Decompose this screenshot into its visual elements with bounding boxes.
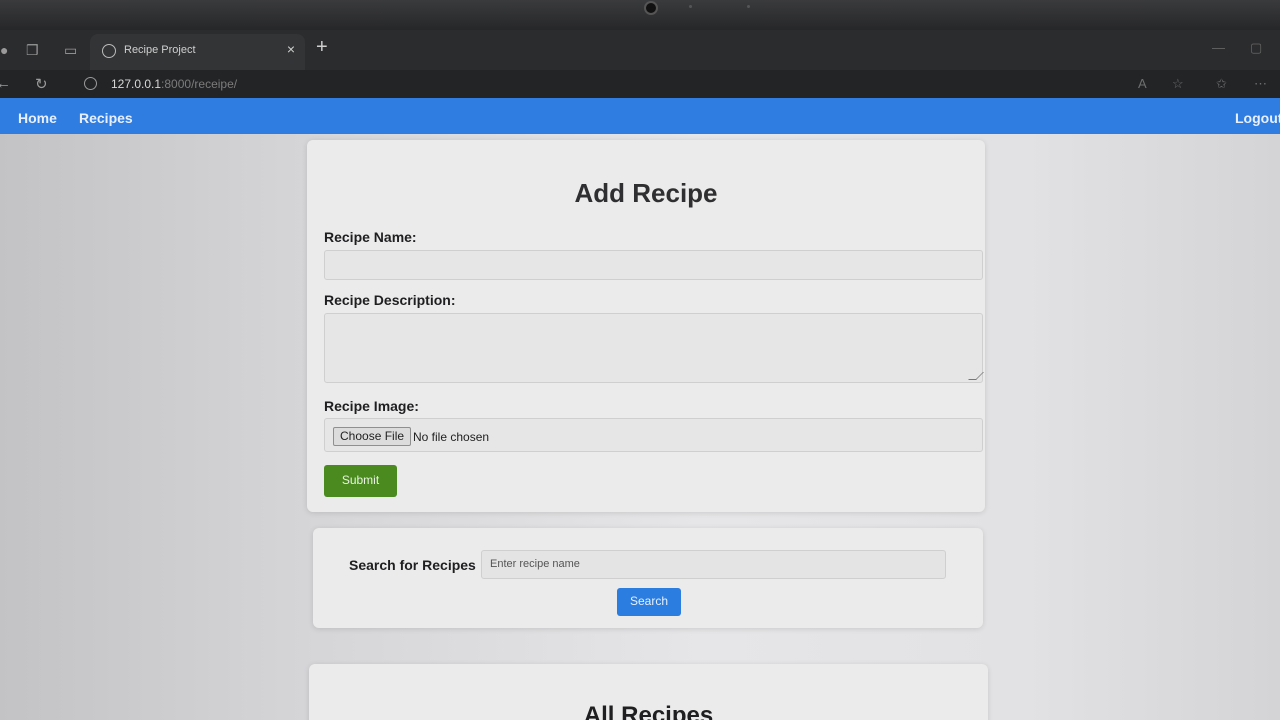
sensor-dot [747,5,750,8]
recipe-image-input[interactable]: Choose File No file chosen [324,418,983,452]
choose-file-button[interactable]: Choose File [333,427,412,446]
all-recipes-title: All Recipes [583,702,714,720]
refresh-icon[interactable]: ↻ [35,75,48,93]
url-path: :8000/receipe/ [161,77,238,91]
search-button[interactable]: Search [617,588,681,616]
sensor-dot [689,5,692,8]
screen-bezel [0,0,1280,30]
recipe-image-label: Recipe Image: [324,398,419,414]
tab-title: Recipe Project [124,44,196,56]
resize-grip-icon[interactable] [968,372,984,380]
back-icon[interactable]: ← [0,75,11,92]
web-page: Home Recipes Logout Add Recipe Recipe Na… [0,98,1280,720]
search-card: Search for Recipes Enter recipe name Sea… [313,528,983,628]
search-input[interactable]: Enter recipe name [481,550,946,579]
globe-icon [102,44,116,58]
site-navbar: Home Recipes Logout [0,98,1280,134]
nav-recipes[interactable]: Recipes [79,110,133,126]
workspaces-icon[interactable]: ❒ [26,42,39,58]
nav-home[interactable]: Home [18,110,57,126]
webcam [644,1,658,15]
new-tab-icon[interactable]: + [316,36,328,59]
url-field[interactable]: 127.0.0.1:8000/receipe/ [111,77,237,91]
tab-actions-icon[interactable]: ▭ [64,42,77,58]
form-title: Add Recipe [574,178,718,208]
submit-button[interactable]: Submit [324,465,397,497]
recipe-name-label: Recipe Name: [324,229,417,245]
nav-logout[interactable]: Logout [1235,110,1280,126]
recipe-description-label: Recipe Description: [324,292,456,308]
site-info-icon[interactable] [84,77,97,90]
maximize-icon[interactable]: ▢ [1250,40,1262,56]
file-status: No file chosen [413,430,490,444]
read-aloud-icon[interactable]: A [1138,76,1147,91]
tab-bar: ● ❒ ▭ Recipe Project × + — ▢ [0,30,1280,70]
address-bar: ← ↻ 127.0.0.1:8000/receipe/ A ☆ ✩ ⋯ [0,70,1280,98]
url-host: 127.0.0.1 [111,77,162,91]
more-icon[interactable]: ⋯ [1254,76,1267,92]
close-tab-icon[interactable]: × [287,41,295,57]
recipe-description-textarea[interactable] [324,313,984,383]
profile-icon[interactable]: ● [0,42,8,58]
all-recipes-card: All Recipes [309,664,988,720]
favorite-icon[interactable]: ☆ [1172,76,1184,92]
minimize-icon[interactable]: — [1212,40,1225,55]
search-label: Search for Recipes [349,557,476,573]
favorites-icon[interactable]: ✩ [1216,76,1227,92]
add-recipe-card: Add Recipe Recipe Name: Recipe Descripti… [307,140,985,512]
browser-tab[interactable]: Recipe Project × [90,34,305,70]
recipe-name-input[interactable] [324,250,983,280]
